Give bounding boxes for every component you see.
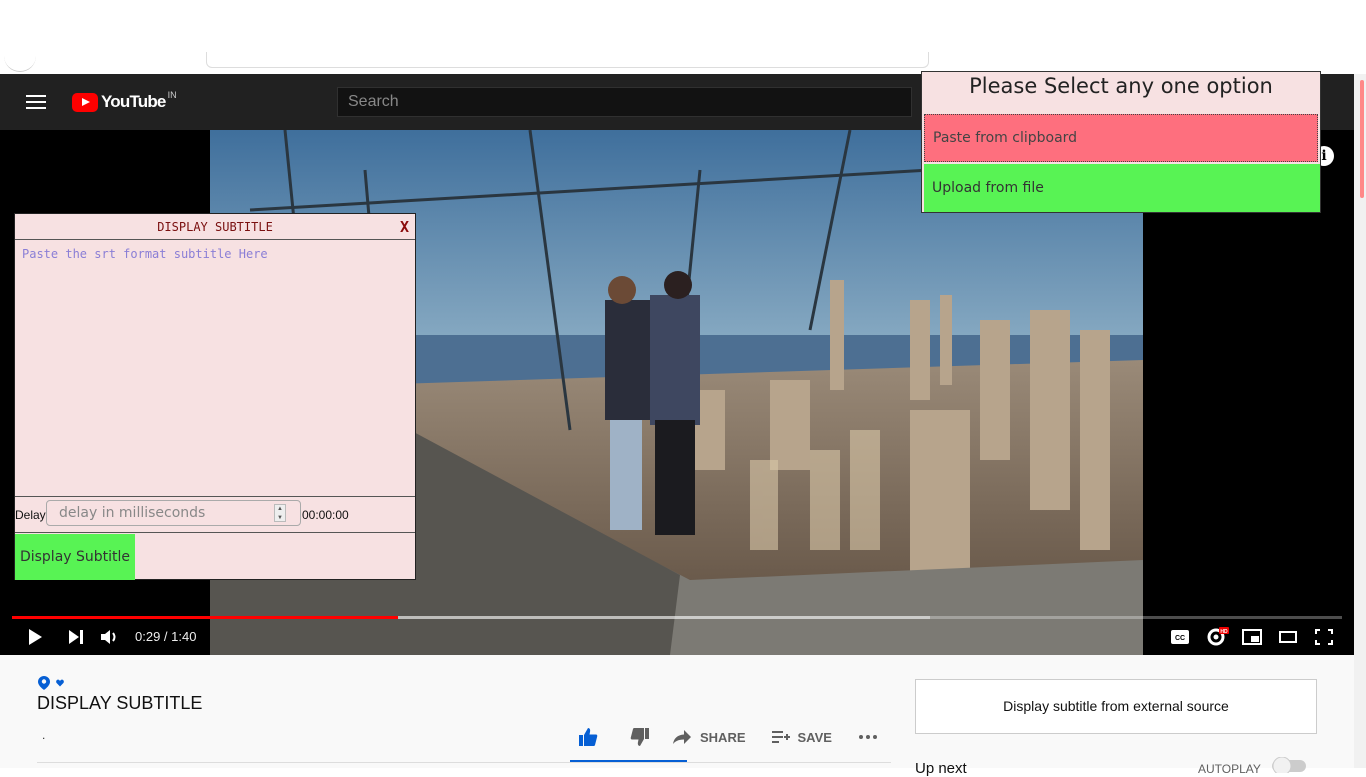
delay-input[interactable] — [46, 500, 301, 526]
search-input[interactable]: Search — [337, 87, 912, 117]
play-icon[interactable] — [26, 628, 44, 646]
progress-bar[interactable] — [12, 616, 1342, 619]
logo-text: YouTube — [101, 92, 166, 111]
share-label: SHARE — [700, 729, 746, 745]
theater-mode-icon[interactable] — [1279, 631, 1297, 643]
autoplay-label: AUTOPLAY — [1198, 762, 1261, 776]
more-actions-button[interactable] — [858, 734, 878, 740]
like-button[interactable] — [578, 727, 598, 747]
svg-text:CC: CC — [1175, 635, 1185, 642]
region-code: IN — [167, 90, 177, 100]
external-subtitle-button[interactable]: Display subtitle from external source — [915, 679, 1317, 734]
save-label: SAVE — [797, 729, 832, 745]
display-subtitle-button[interactable]: Display Subtitle — [15, 534, 135, 580]
more-horizontal-icon — [858, 735, 877, 739]
heart-icon — [56, 679, 64, 687]
fullscreen-icon[interactable] — [1315, 629, 1333, 645]
share-button[interactable]: SHARE — [672, 729, 746, 745]
location-pin-icon — [38, 676, 50, 690]
address-bar[interactable] — [206, 52, 929, 68]
youtube-logo[interactable]: YouTube IN — [72, 90, 177, 112]
hamburger-menu-icon[interactable] — [26, 95, 46, 109]
scrollbar-thumb[interactable] — [1360, 80, 1364, 198]
close-button[interactable]: X — [400, 214, 409, 240]
save-button[interactable]: SAVE — [771, 729, 832, 745]
paste-from-clipboard-button[interactable]: Paste from clipboard — [924, 114, 1318, 162]
subtitle-panel-title: DISPLAY SUBTITLE — [15, 214, 415, 240]
video-meta: . — [42, 728, 46, 742]
next-icon[interactable] — [67, 628, 85, 646]
option-popup: Please Select any one option Paste from … — [921, 71, 1321, 213]
dislike-button[interactable] — [630, 727, 650, 747]
delay-time-display: 00:00:00 — [302, 508, 349, 522]
thumbs-down-icon — [630, 728, 649, 746]
settings-gear-icon[interactable]: HD — [1206, 626, 1230, 646]
video-actions: SHARE SAVE — [570, 720, 891, 754]
volume-icon[interactable] — [100, 628, 120, 646]
playlist-add-icon — [771, 731, 790, 743]
miniplayer-icon[interactable] — [1242, 629, 1262, 645]
captions-icon[interactable]: CC — [1170, 629, 1190, 645]
time-display: 0:29 / 1:40 — [135, 629, 197, 644]
like-ratio-bar — [570, 760, 687, 762]
location-tags — [38, 676, 64, 690]
delay-row: Delay ▲▼ 00:00:00 — [15, 497, 415, 533]
subtitle-textarea[interactable] — [15, 241, 415, 497]
youtube-play-logo-icon — [72, 92, 98, 112]
option-popup-title: Please Select any one option — [969, 74, 1273, 98]
subtitle-panel: DISPLAY SUBTITLE X Delay ▲▼ 00:00:00 Dis… — [14, 213, 416, 580]
share-arrow-icon — [673, 730, 691, 744]
divider — [37, 762, 891, 763]
thumbs-up-icon — [579, 728, 598, 746]
delay-label: Delay — [15, 508, 46, 522]
up-next-heading: Up next — [915, 760, 967, 777]
autoplay-toggle[interactable] — [1268, 757, 1308, 773]
video-title: DISPLAY SUBTITLE — [37, 693, 203, 713]
played-bar — [12, 616, 398, 619]
svg-text:HD: HD — [1220, 629, 1228, 635]
delay-spinner-icon[interactable]: ▲ ▼ — [274, 504, 286, 522]
upload-from-file-button[interactable]: Upload from file — [924, 164, 1320, 212]
